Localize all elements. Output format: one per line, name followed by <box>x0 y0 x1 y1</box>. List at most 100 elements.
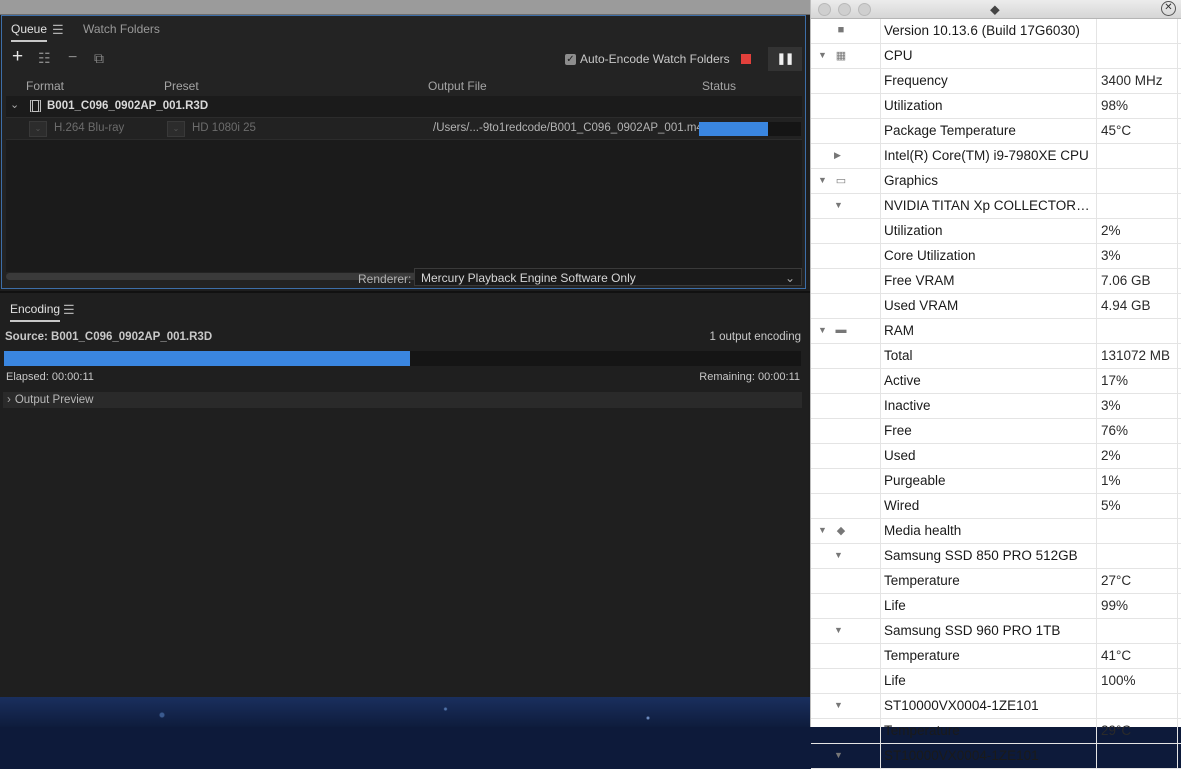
row-icon-cell <box>811 444 880 468</box>
row-value: 3% <box>1098 244 1178 268</box>
output-file-path[interactable]: /Users/...-9to1redcode/B001_C096_0902AP_… <box>433 122 709 134</box>
monitor-row[interactable]: Wired 5% <box>811 494 1181 519</box>
pause-queue-button[interactable]: ❚❚ <box>768 47 802 71</box>
row-icon-cell: ▼ ▬ <box>811 319 880 343</box>
monitor-row[interactable]: Free 76% <box>811 419 1181 444</box>
row-value: 76% <box>1098 419 1178 443</box>
disclosure-open-icon[interactable]: ▼ <box>834 750 843 760</box>
monitor-row[interactable]: ▼ Samsung SSD 960 PRO 1TB <box>811 619 1181 644</box>
monitor-row[interactable]: Life 100% <box>811 669 1181 694</box>
row-icon-cell: ▼ <box>811 544 880 568</box>
row-icon-cell: ▼ <box>811 744 880 768</box>
chevron-down-icon[interactable]: ⌄ <box>10 98 19 111</box>
monitor-row[interactable]: Frequency 3400 MHz <box>811 69 1181 94</box>
row-value <box>1098 519 1178 543</box>
monitor-row[interactable]: Package Temperature 45°C <box>811 119 1181 144</box>
encoding-progress-bar <box>4 351 801 366</box>
column-preset[interactable]: Preset <box>164 79 199 93</box>
monitor-row[interactable]: ▼ Samsung SSD 850 PRO 512GB <box>811 544 1181 569</box>
column-output-file[interactable]: Output File <box>428 79 487 93</box>
window-zoom-button[interactable] <box>858 3 871 16</box>
disclosure-open-icon[interactable]: ▼ <box>834 700 843 710</box>
preset-value[interactable]: HD 1080i 25 <box>192 122 256 134</box>
row-name: Frequency <box>880 69 1097 93</box>
monitor-row[interactable]: ▼ ▭ Graphics <box>811 169 1181 194</box>
tab-queue[interactable]: Queue <box>11 22 48 42</box>
disclosure-open-icon[interactable]: ▼ <box>818 525 827 535</box>
remove-icon[interactable]: − <box>68 50 77 66</box>
row-icon-cell: ▼ <box>811 619 880 643</box>
settings-sliders-icon[interactable]: ☷ <box>38 50 51 66</box>
monitor-row[interactable]: Total 131072 MB <box>811 344 1181 369</box>
format-value[interactable]: H.264 Blu-ray <box>54 122 124 134</box>
queue-source-row[interactable]: ⌄ B001_C096_0902AP_001.R3D <box>6 96 802 118</box>
disclosure-open-icon[interactable]: ▼ <box>834 625 843 635</box>
row-value: 29°C <box>1098 719 1178 743</box>
queue-list: ⌄ B001_C096_0902AP_001.R3D ⌄ H.264 Blu-r… <box>6 96 802 272</box>
tab-watch-folders[interactable]: Watch Folders <box>83 22 160 36</box>
row-name: Samsung SSD 960 PRO 1TB <box>880 619 1097 643</box>
gpu-icon: ▭ <box>835 175 847 187</box>
monitor-row[interactable]: Inactive 3% <box>811 394 1181 419</box>
auto-encode-label: Auto-Encode Watch Folders <box>580 52 730 66</box>
monitor-row[interactable]: Temperature 27°C <box>811 569 1181 594</box>
monitor-row[interactable]: Temperature 41°C <box>811 644 1181 669</box>
monitor-row[interactable]: Purgeable 1% <box>811 469 1181 494</box>
monitor-row[interactable]: Used 2% <box>811 444 1181 469</box>
monitor-row[interactable]: Active 17% <box>811 369 1181 394</box>
disclosure-open-icon[interactable]: ▼ <box>834 550 843 560</box>
monitor-row[interactable]: ▼ ◆ Media health <box>811 519 1181 544</box>
duplicate-icon[interactable]: ⧉ <box>94 50 104 66</box>
close-icon[interactable]: ✕ <box>1161 1 1176 16</box>
row-value: 3400 MHz <box>1098 69 1178 93</box>
row-icon-cell: ▶ <box>811 144 880 168</box>
row-icon-cell <box>811 419 880 443</box>
tab-encoding[interactable]: Encoding <box>10 302 61 322</box>
queue-panel: Queue ☰ Watch Folders + ☷ − ⧉ ✓ Auto-Enc… <box>1 15 806 289</box>
queue-output-row[interactable]: ⌄ H.264 Blu-ray ⌄ HD 1080i 25 /Users/...… <box>6 118 802 140</box>
window-minimize-button[interactable] <box>838 3 851 16</box>
queue-panel-menu-icon[interactable]: ☰ <box>52 22 64 38</box>
row-name: CPU <box>880 44 1097 68</box>
stop-queue-button[interactable] <box>741 54 751 64</box>
encoding-panel: Encoding ☰ Source: B001_C096_0902AP_001.… <box>0 293 808 697</box>
disclosure-open-icon[interactable]: ▼ <box>818 50 827 60</box>
encoding-panel-menu-icon[interactable]: ☰ <box>63 302 75 318</box>
monitor-row[interactable]: Temperature 29°C <box>811 719 1181 744</box>
row-name: Free VRAM <box>880 269 1097 293</box>
disclosure-open-icon[interactable]: ▼ <box>818 325 827 335</box>
row-icon-cell <box>811 494 880 518</box>
row-icon-cell <box>811 569 880 593</box>
format-dropdown-icon[interactable]: ⌄ <box>29 121 47 137</box>
auto-encode-checkbox[interactable]: ✓ <box>565 53 576 65</box>
auto-encode-toggle[interactable]: ✓ Auto-Encode Watch Folders <box>565 52 730 66</box>
monitor-row[interactable]: ▼ ST10000VX0004-1ZE101 <box>811 744 1181 769</box>
monitor-row[interactable]: Free VRAM 7.06 GB <box>811 269 1181 294</box>
row-icon-cell <box>811 69 880 93</box>
output-preview-toggle[interactable]: › Output Preview <box>3 392 802 408</box>
preset-dropdown-icon[interactable]: ⌄ <box>167 121 185 137</box>
disclosure-open-icon[interactable]: ▼ <box>818 175 827 185</box>
window-close-button[interactable] <box>818 3 831 16</box>
disclosure-closed-icon[interactable]: ▶ <box>834 150 841 161</box>
monitor-row[interactable]: ▼ NVIDIA TITAN Xp COLLECTORS… <box>811 194 1181 219</box>
monitor-row[interactable]: Life 99% <box>811 594 1181 619</box>
monitor-row[interactable]: Utilization 98% <box>811 94 1181 119</box>
row-value <box>1098 169 1178 193</box>
monitor-row[interactable]: ▼ ▬ RAM <box>811 319 1181 344</box>
monitor-row[interactable]: ▼ ▦ CPU <box>811 44 1181 69</box>
renderer-select[interactable]: Mercury Playback Engine Software Only ⌄ <box>414 268 802 286</box>
monitor-row[interactable]: Utilization 2% <box>811 219 1181 244</box>
monitor-row[interactable]: ▶ Intel(R) Core(TM) i9-7980XE CPU <box>811 144 1181 169</box>
monitor-row[interactable]: Core Utilization 3% <box>811 244 1181 269</box>
column-format[interactable]: Format <box>26 79 64 93</box>
add-source-icon[interactable]: + <box>12 47 23 66</box>
monitor-row[interactable]: ▼ ST10000VX0004-1ZE101 <box>811 694 1181 719</box>
row-value: 4.94 GB <box>1098 294 1178 318</box>
row-icon-cell <box>811 394 880 418</box>
column-status[interactable]: Status <box>702 79 736 93</box>
monitor-row[interactable]: ■ Version 10.13.6 (Build 17G6030) <box>811 19 1181 44</box>
disclosure-open-icon[interactable]: ▼ <box>834 200 843 210</box>
row-icon-cell <box>811 719 880 743</box>
monitor-row[interactable]: Used VRAM 4.94 GB <box>811 294 1181 319</box>
